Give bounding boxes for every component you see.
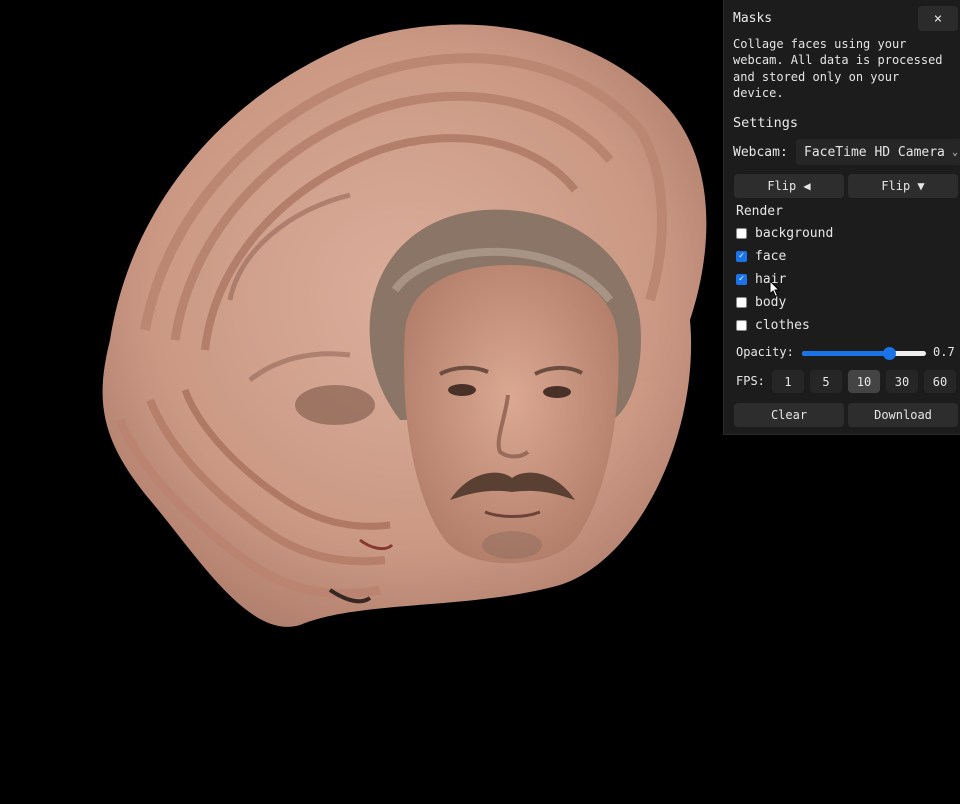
face-checkbox[interactable]: ✓ [736,250,747,262]
render-option-clothes[interactable]: clothes [736,316,810,334]
opacity-value: 0.7 [933,345,955,359]
clear-button[interactable]: Clear [734,403,844,427]
panel-title: Masks [733,11,773,26]
close-button[interactable]: × [918,6,958,31]
download-label: Download [874,408,932,422]
webcam-select-value: FaceTime HD Camera [804,144,945,160]
flip-vertical-button[interactable]: Flip ▼ [848,174,958,198]
webcam-label: Webcam: [733,145,788,160]
slider-fill [802,351,889,356]
flip-horizontal-label: Flip ◀ [767,179,811,193]
clear-label: Clear [770,408,808,422]
flip-horizontal-button[interactable]: Flip ◀ [734,174,844,198]
render-option-label: face [755,248,787,264]
flip-vertical-label: Flip ▼ [881,179,925,193]
fps-option-label: 10 [856,374,872,389]
fps-option-label: 1 [784,374,792,389]
fps-button-1[interactable]: 1 [772,370,804,393]
fps-label: FPS: [736,374,765,388]
opacity-label: Opacity: [736,345,794,359]
render-option-label: clothes [755,317,810,333]
render-heading: Render [736,204,783,219]
background-checkbox[interactable] [736,227,747,239]
masks-panel: Masks × Collage faces using your webcam.… [723,0,960,435]
hair-checkbox[interactable]: ✓ [736,273,747,285]
render-option-face[interactable]: ✓ face [736,247,786,265]
fps-option-label: 60 [932,374,948,389]
opacity-slider[interactable] [802,346,926,360]
download-button[interactable]: Download [848,403,958,427]
chevron-down-icon: ⌄ [948,146,960,158]
fps-button-5[interactable]: 5 [810,370,842,393]
close-icon: × [933,10,943,27]
mouse-cursor-icon [769,280,781,298]
clothes-checkbox[interactable] [736,319,747,331]
fps-option-label: 5 [822,374,830,389]
body-checkbox[interactable] [736,296,747,308]
webcam-select[interactable]: FaceTime HD Camera ⌄ [796,139,960,165]
fps-button-60[interactable]: 60 [924,370,956,393]
slider-thumb[interactable] [882,347,896,360]
fps-button-30[interactable]: 30 [886,370,918,393]
fps-option-label: 30 [894,374,910,389]
fps-button-10[interactable]: 10 [848,370,880,393]
settings-heading: Settings [733,115,799,131]
panel-description: Collage faces using your webcam. All dat… [733,37,943,100]
render-option-background[interactable]: background [736,224,833,242]
render-option-label: background [755,225,834,241]
